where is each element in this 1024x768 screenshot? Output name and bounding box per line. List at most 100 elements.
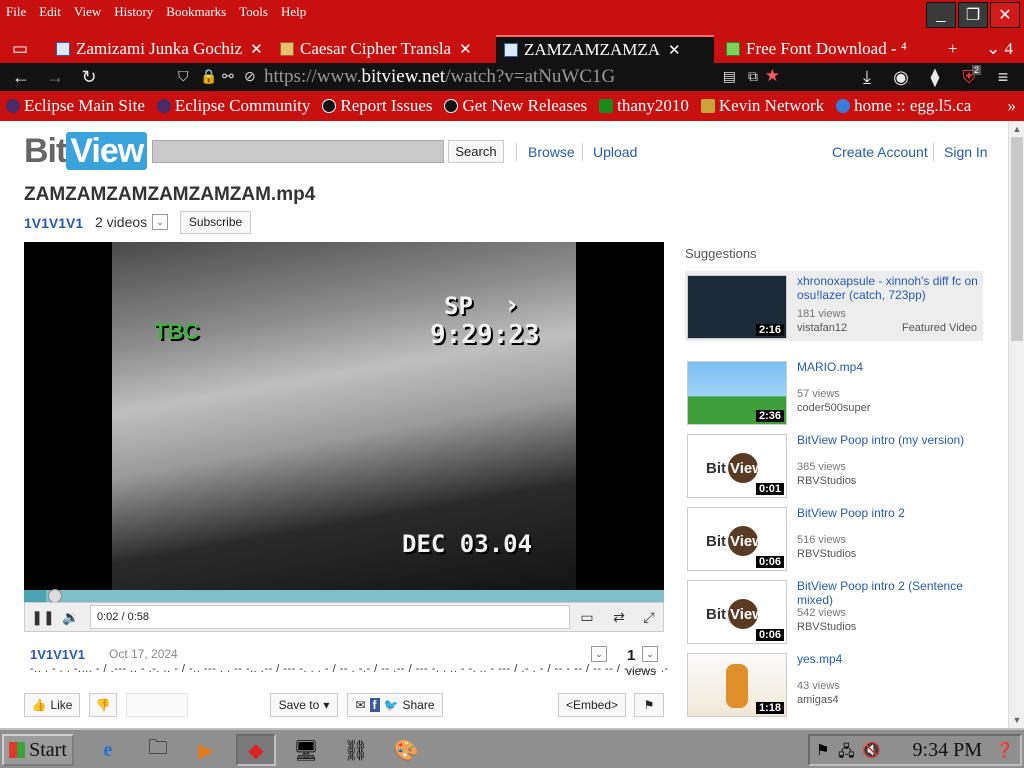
tab-caesar-cipher[interactable]: Caesar Cipher Transla ✕ [272, 35, 492, 63]
suggestion-thumbnail[interactable]: 2:36 [687, 361, 787, 425]
bookmark-item[interactable]: Eclipse Main Site [6, 96, 145, 116]
dislike-button[interactable]: 👎 [89, 693, 117, 717]
close-tab-icon[interactable]: ✕ [459, 40, 472, 59]
media-player-icon[interactable]: ▶ [186, 734, 226, 766]
theater-mode-icon[interactable]: ▭ [575, 606, 599, 628]
suggestion-item[interactable]: 2:16 xhronoxapsule - xinnoh's diff fc on… [685, 271, 983, 341]
views-dropdown-button[interactable]: ⌄ [642, 646, 658, 662]
video-progress-bar[interactable] [24, 589, 664, 603]
bookmark-star-icon[interactable]: ★ [765, 66, 780, 86]
suggestion-item[interactable]: Bit View 0:06 BitView Poop intro 2 516 vi… [685, 503, 983, 573]
start-button[interactable]: Start [2, 734, 74, 766]
firefox-taskbar-button[interactable]: ◆ [236, 734, 276, 766]
shield-icon[interactable]: ⛉ [178, 68, 189, 85]
reader-view-icon[interactable]: ▤ [723, 68, 736, 85]
tab-free-font[interactable]: Free Font Download - ⁴ [718, 35, 928, 63]
suggestion-author[interactable]: coder500super [797, 402, 870, 414]
tracking-blocked-icon[interactable]: ⊘ [244, 68, 256, 85]
scroll-up-icon[interactable]: ▲ [1011, 123, 1023, 135]
videos-dropdown-button[interactable]: ⌄ [152, 214, 168, 230]
suggestion-title[interactable]: BitView Poop intro 2 (Sentence mixed) [797, 579, 981, 607]
close-tab-icon[interactable]: ✕ [668, 41, 681, 60]
hamburger-menu-icon[interactable]: ≡ [992, 67, 1014, 87]
menu-tools[interactable]: Tools [239, 4, 268, 20]
bookmark-item[interactable]: Report Issues [322, 96, 432, 116]
suggestion-title[interactable]: yes.mp4 [797, 652, 981, 666]
suggestion-thumbnail[interactable]: Bit View 0:06 [687, 580, 787, 644]
upload-link[interactable]: Upload [593, 144, 637, 160]
help-icon[interactable]: ❓ [995, 741, 1014, 759]
info-channel-link[interactable]: 1V1V1V1 [30, 647, 85, 662]
flag-button[interactable]: ⚑ [634, 693, 664, 717]
search-input[interactable] [152, 140, 444, 163]
reload-button[interactable]: ↻ [78, 67, 100, 87]
suggestion-author[interactable]: RBVStudios [797, 621, 856, 633]
suggestion-author[interactable]: RBVStudios [797, 548, 856, 560]
folder-icon[interactable]: 🗀 [138, 734, 178, 766]
tab-zamizami[interactable]: Zamizami Junka Gochiz ✕ [48, 35, 268, 63]
suggestion-thumbnail[interactable]: Bit View 0:01 [687, 434, 787, 498]
permissions-icon[interactable]: ⚯ [222, 68, 234, 85]
suggestion-thumbnail[interactable]: 2:16 [687, 275, 787, 339]
suggestion-title[interactable]: BitView Poop intro 2 [797, 506, 981, 520]
volume-icon[interactable]: 🔉 [59, 606, 83, 628]
subscribe-button[interactable]: Subscribe [180, 211, 251, 234]
bookmark-item[interactable]: thany2010 [599, 96, 689, 116]
description-expand-button[interactable]: ⌄ [591, 646, 607, 662]
tab-list-button[interactable]: ⌄ 4 [978, 35, 1018, 63]
restore-button[interactable]: ❐ [958, 2, 988, 28]
browse-link[interactable]: Browse [528, 144, 575, 160]
create-account-link[interactable]: Create Account [832, 144, 928, 160]
suggestion-item[interactable]: Bit View 0:01 BitView Poop intro (my vers… [685, 430, 983, 500]
scrollbar-thumb[interactable] [1011, 137, 1023, 341]
suggestion-title[interactable]: BitView Poop intro (my version) [797, 433, 981, 447]
suggestion-thumbnail[interactable]: Bit View 0:06 [687, 507, 787, 571]
suggestion-author[interactable]: vistafan12 [797, 322, 847, 334]
like-button[interactable]: 👍 Like [24, 693, 80, 717]
suggestion-item[interactable]: 2:36 MARIO.mp4 57 views coder500super [685, 357, 983, 427]
sign-in-link[interactable]: Sign In [944, 144, 988, 160]
suggestion-title[interactable]: MARIO.mp4 [797, 360, 981, 374]
menu-history[interactable]: History [114, 4, 153, 20]
menu-edit[interactable]: Edit [39, 4, 61, 20]
tab-overview-button[interactable]: ▭ [4, 35, 38, 63]
bookmark-item[interactable]: Eclipse Community [156, 96, 310, 116]
downloads-button[interactable]: ⤓ [856, 67, 878, 87]
suggestion-item[interactable]: 1:18 yes.mp4 43 views amigas4 [685, 649, 983, 719]
suggestion-author[interactable]: amigas4 [797, 694, 839, 706]
url-bar[interactable]: ⛉ 🔒 ⚯ ⊘ https://www.bitview.net/watch?v=… [172, 65, 786, 89]
channel-link[interactable]: 1V1V1V1 [24, 215, 83, 231]
computer-icon[interactable]: 🖥 [286, 734, 326, 766]
extensions-button[interactable]: ⧫ [924, 67, 946, 87]
account-button[interactable]: ◉ [890, 67, 912, 87]
pause-icon[interactable]: ❚❚ [31, 606, 55, 628]
scroll-down-icon[interactable]: ▼ [1011, 714, 1023, 726]
minimize-button[interactable]: _ [926, 2, 956, 28]
suggestion-item[interactable]: Bit View 0:06 BitView Poop intro 2 (Sente… [685, 576, 983, 646]
suggestion-title[interactable]: xhronoxapsule - xinnoh's diff fc on osu!… [797, 274, 981, 302]
menu-bookmarks[interactable]: Bookmarks [166, 4, 226, 20]
tab-zamzam-active[interactable]: ZAMZAMZAMZA ✕ [496, 35, 714, 63]
suggestion-author[interactable]: RBVStudios [797, 475, 856, 487]
flag-tray-icon[interactable]: ⚑ [816, 741, 829, 759]
bitview-logo[interactable]: Bit View [24, 132, 148, 171]
close-window-button[interactable]: ✕ [990, 2, 1020, 28]
screenshot-icon[interactable]: ⧉ [748, 68, 758, 85]
loop-icon[interactable]: ⇄ [607, 606, 631, 628]
network-icon[interactable]: ⛓ [336, 734, 376, 766]
share-button[interactable]: ✉ f 🐦 Share [347, 693, 443, 717]
new-tab-button[interactable]: + [940, 35, 970, 63]
video-player[interactable]: SP › 9:29:23 TBC DEC 03.04 [24, 242, 664, 590]
network-tray-icon[interactable]: 🖧 [838, 741, 855, 766]
paint-icon[interactable]: 🎨 [386, 734, 426, 766]
volume-muted-icon[interactable]: 🔇 [862, 741, 881, 759]
internet-explorer-icon[interactable]: e [88, 734, 128, 766]
menu-help[interactable]: Help [281, 4, 306, 20]
bookmark-item[interactable]: Get New Releases [444, 96, 587, 116]
menu-file[interactable]: File [6, 4, 26, 20]
fullscreen-icon[interactable]: ⤢ [637, 606, 661, 628]
more-bookmarks-icon[interactable]: » [1008, 96, 1017, 116]
back-button[interactable]: ← [10, 67, 32, 87]
save-to-button[interactable]: Save to ▾ [270, 693, 338, 717]
forward-button[interactable]: → [44, 67, 66, 87]
